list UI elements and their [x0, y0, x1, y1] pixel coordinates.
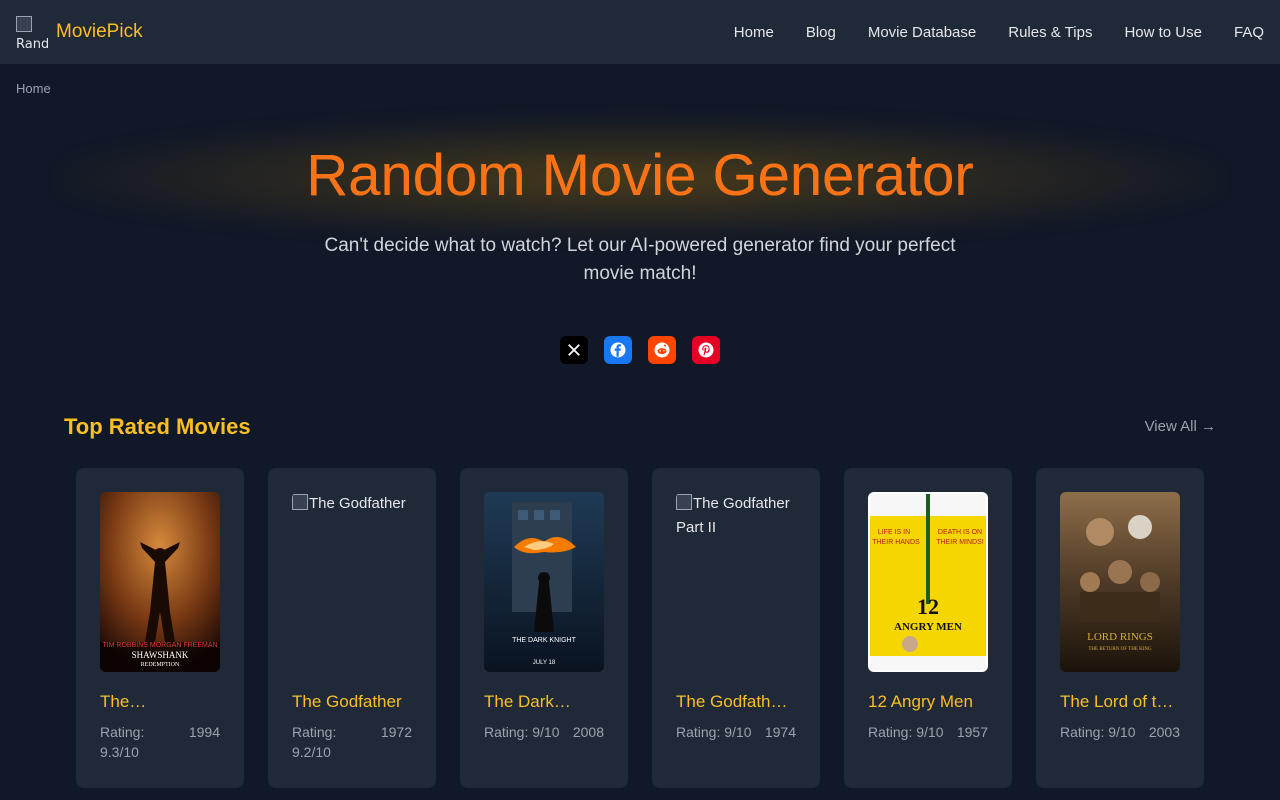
nav-blog[interactable]: Blog	[806, 24, 836, 41]
movie-year: 1957	[956, 724, 988, 740]
nav-rules-tips[interactable]: Rules & Tips	[1008, 24, 1092, 41]
brand-name[interactable]: MoviePick	[56, 21, 143, 43]
movie-card[interactable]: LORD RINGS THE RETURN OF THE KING The Lo…	[1036, 468, 1204, 788]
facebook-icon[interactable]	[604, 336, 632, 364]
movie-year: 1974	[764, 724, 796, 740]
movie-rating: Rating: 9/10	[1060, 724, 1136, 740]
movie-year: 2008	[572, 724, 604, 740]
movie-rating: Rating: 9.2/10	[292, 724, 337, 760]
logo-image[interactable]: Rand	[16, 16, 48, 48]
svg-text:THE DARK KNIGHT: THE DARK KNIGHT	[512, 637, 577, 644]
brand[interactable]: Rand MoviePick	[16, 16, 143, 48]
svg-text:JULY 18: JULY 18	[533, 660, 556, 666]
movie-rating: Rating: 9/10	[868, 724, 944, 740]
svg-text:LORD RINGS: LORD RINGS	[1087, 631, 1153, 643]
movie-poster[interactable]: TIM ROBBINS MORGAN FREEMAN SHAWSHANK RED…	[100, 492, 220, 672]
poster-alt-text: The Godfather Part II	[676, 494, 790, 536]
movie-title[interactable]: 12 Angry Men	[868, 692, 988, 712]
movie-cards: TIM ROBBINS MORGAN FREEMAN SHAWSHANK RED…	[76, 468, 1204, 788]
reddit-icon[interactable]	[648, 336, 676, 364]
breadcrumb[interactable]: Home	[16, 81, 51, 96]
svg-text:ANGRY MEN: ANGRY MEN	[894, 621, 962, 633]
movie-card[interactable]: TIM ROBBINS MORGAN FREEMAN SHAWSHANK RED…	[76, 468, 244, 788]
nav-faq[interactable]: FAQ	[1234, 24, 1264, 41]
movie-year: 2003	[1148, 724, 1180, 740]
movie-poster[interactable]: LORD RINGS THE RETURN OF THE KING	[1060, 492, 1180, 672]
svg-text:REDEMPTION: REDEMPTION	[141, 662, 180, 668]
page-title: Random Movie Generator	[0, 142, 1280, 209]
movie-rating: Rating: 9.3/10	[100, 724, 145, 760]
movie-poster[interactable]: LIFE IS IN THEIR HANDS DEATH IS ON THEIR…	[868, 492, 988, 672]
movie-title[interactable]: The Godfather	[292, 692, 412, 712]
svg-text:THE RETURN OF THE KING: THE RETURN OF THE KING	[1088, 647, 1152, 652]
nav-movie-database[interactable]: Movie Database	[868, 24, 976, 41]
movie-meta: Rating: 9/10 1957	[868, 722, 988, 742]
logo-alt-text: Rand	[16, 37, 48, 48]
movie-title[interactable]: The…	[100, 692, 220, 712]
movie-rating: Rating: 9/10	[676, 724, 752, 740]
movie-poster[interactable]: The Godfather Part II	[676, 492, 796, 672]
movie-meta: Rating: 9/10 2003	[1060, 722, 1180, 742]
movie-year: 1994	[188, 724, 220, 740]
movie-rating: Rating: 9/10	[484, 724, 560, 740]
view-all-link[interactable]: View All →	[1145, 418, 1216, 435]
broken-image-icon	[676, 494, 692, 510]
section-title: Top Rated Movies	[64, 414, 251, 439]
movie-meta: Rating: 9.3/10 1994	[100, 722, 220, 762]
x-icon[interactable]	[560, 336, 588, 364]
movie-card[interactable]: LIFE IS IN THEIR HANDS DEATH IS ON THEIR…	[844, 468, 1012, 788]
svg-text:TIM ROBBINS MORGAN FREEMAN: TIM ROBBINS MORGAN FREEMAN	[102, 642, 217, 649]
poster-alt-text: The Godfather	[292, 492, 412, 516]
svg-text:LIFE IS IN: LIFE IS IN	[878, 529, 910, 536]
movie-meta: Rating: 9.2/10 1972	[292, 722, 412, 762]
svg-text:THEIR MINDS!: THEIR MINDS!	[936, 539, 984, 546]
movie-card[interactable]: The Godfather Part II The Godfath… Ratin…	[652, 468, 820, 788]
movie-title[interactable]: The Godfath…	[676, 692, 796, 712]
movie-meta: Rating: 9/10 2008	[484, 722, 604, 742]
movie-card[interactable]: THE DARK KNIGHT JULY 18 The Dark… Rating…	[460, 468, 628, 788]
pinterest-icon[interactable]	[692, 336, 720, 364]
movie-meta: Rating: 9/10 1974	[676, 722, 796, 742]
nav-how-to-use[interactable]: How to Use	[1124, 24, 1202, 41]
movie-title[interactable]: The Lord of t…	[1060, 692, 1180, 712]
movie-card[interactable]: The Godfather The Godfather Rating: 9.2/…	[268, 468, 436, 788]
svg-text:SHAWSHANK: SHAWSHANK	[132, 650, 189, 660]
movie-title[interactable]: The Dark…	[484, 692, 604, 712]
svg-text:12: 12	[917, 594, 939, 619]
movie-year: 1972	[380, 724, 412, 740]
svg-text:DEATH IS ON: DEATH IS ON	[938, 529, 982, 536]
main-nav: Home Blog Movie Database Rules & Tips Ho…	[734, 24, 1264, 41]
svg-text:THEIR HANDS: THEIR HANDS	[872, 539, 920, 546]
broken-image-icon	[292, 494, 308, 510]
hero-subtitle: Can't decide what to watch? Let our AI-p…	[324, 235, 956, 284]
movie-poster[interactable]: THE DARK KNIGHT JULY 18	[484, 492, 604, 672]
top-header: Rand MoviePick Home Blog Movie Database …	[0, 0, 1280, 64]
movie-poster[interactable]: The Godfather	[292, 492, 412, 672]
share-buttons	[560, 336, 720, 364]
nav-home[interactable]: Home	[734, 24, 774, 41]
